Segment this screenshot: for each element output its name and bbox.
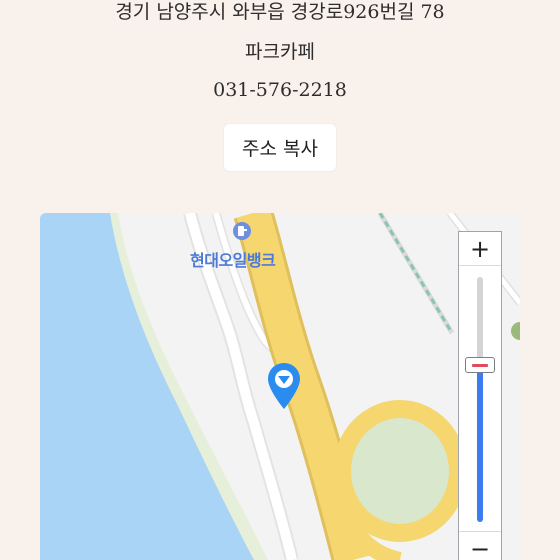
zoom-slider-track[interactable] (477, 277, 483, 522)
place-info-page: 경기 남양주시 와부읍 경강로926번길 78 파크카페 031-576-221… (0, 0, 560, 560)
place-name: 파크카페 (245, 41, 315, 63)
interchange-loop (333, 400, 467, 542)
zoom-in-button[interactable]: + (459, 232, 501, 266)
gas-station-icon[interactable] (233, 222, 251, 240)
location-pin-icon[interactable] (266, 361, 302, 411)
poi-label-gas-station[interactable]: 현대오일뱅크 (190, 247, 276, 271)
map-view[interactable]: 현대오일뱅크 + − (40, 213, 520, 560)
zoom-out-button[interactable]: − (459, 531, 501, 560)
zoom-slider-thumb[interactable] (465, 357, 495, 374)
address-text: 경기 남양주시 와부읍 경강로926번길 78 (115, 1, 445, 23)
phone-number[interactable]: 031-576-2218 (0, 79, 560, 101)
copy-address-button[interactable]: 주소 복사 (224, 124, 336, 171)
zoom-slider-fill (477, 365, 483, 522)
zoom-control: + − (458, 231, 502, 560)
